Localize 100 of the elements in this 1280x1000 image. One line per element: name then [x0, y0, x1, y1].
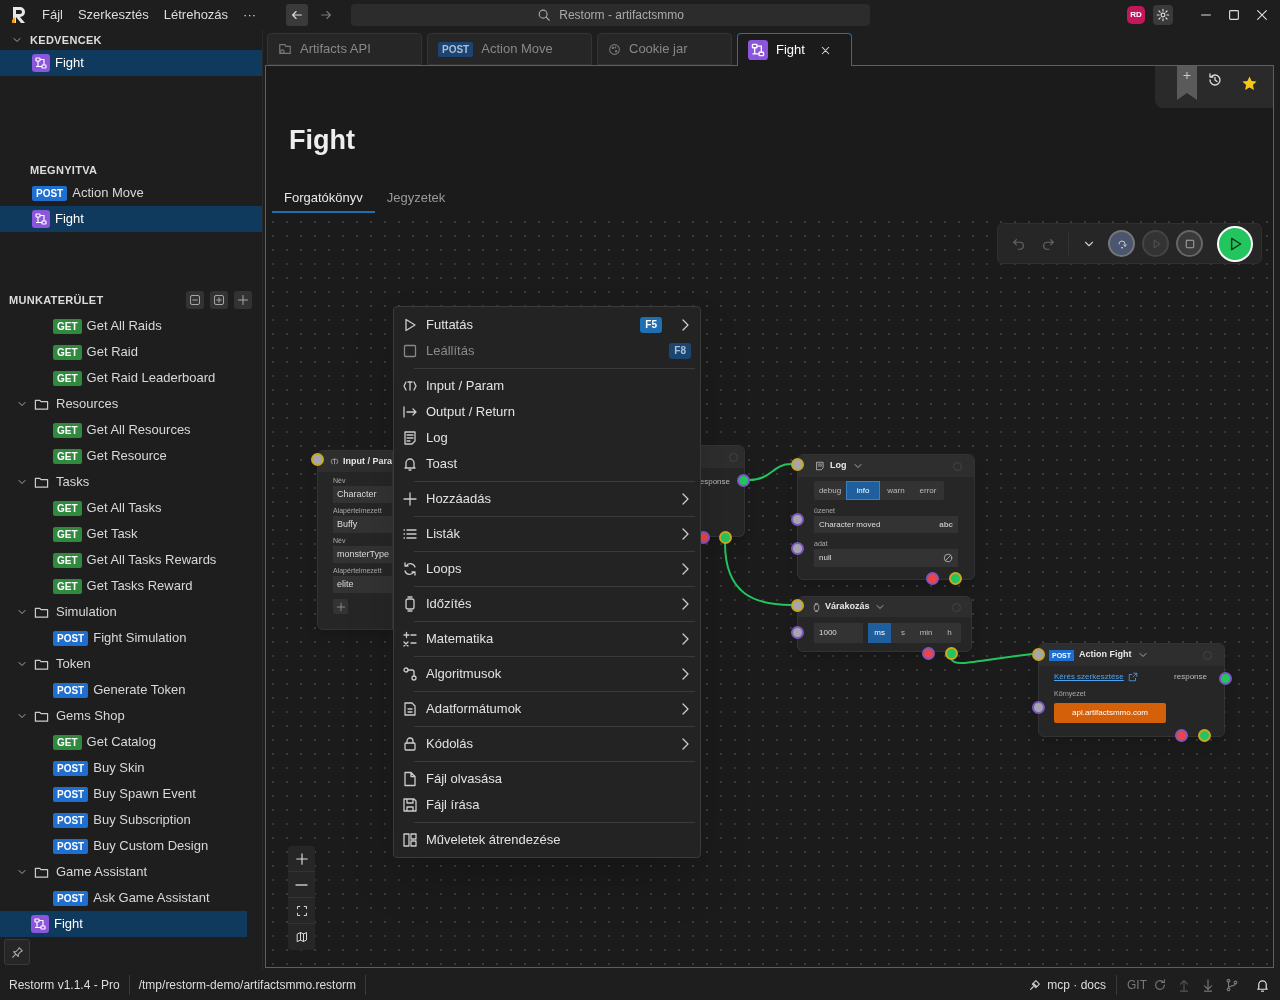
input-field[interactable]: null [814, 549, 958, 567]
folder-item[interactable]: Game Assistant [0, 859, 247, 885]
menu-item[interactable]: Log [394, 425, 700, 451]
flow-node[interactable]: esponse [701, 445, 745, 537]
sidebar-item[interactable]: GET Get All Tasks [0, 495, 247, 521]
sidebar-item[interactable]: GET Get Task [0, 521, 247, 547]
level-option[interactable]: error [912, 481, 944, 500]
mcp-docs-link[interactable]: mcp · docs [1028, 975, 1117, 995]
input-field[interactable]: 1000 [814, 623, 863, 643]
menu-item[interactable]: Listák [394, 521, 700, 547]
menu-item[interactable]: Adatformátumok [394, 696, 700, 722]
pin-button[interactable] [4, 939, 30, 965]
input-field[interactable]: Buffy [333, 516, 392, 533]
refresh-icon [1153, 978, 1167, 992]
stop-button[interactable] [1176, 230, 1203, 257]
editor-tab[interactable]: Cookie jar [597, 33, 732, 65]
sidebar-item[interactable]: POST Buy Subscription [0, 807, 247, 833]
level-option[interactable]: info [846, 481, 880, 500]
user-avatar[interactable]: RD [1127, 6, 1145, 24]
menu-item[interactable]: Matematika [394, 626, 700, 652]
connection-line [748, 463, 792, 481]
sidebar-item[interactable]: GET Get Resource [0, 443, 247, 469]
sidebar-item[interactable]: Fight [0, 50, 262, 76]
folder-item[interactable]: Token [0, 651, 247, 677]
menu-item[interactable]: Szerkesztés [77, 5, 149, 25]
menu-item[interactable]: Toast [394, 451, 700, 477]
sidebar-item[interactable]: GET Get Raid [0, 339, 247, 365]
menu-item[interactable]: Fájl olvasása [394, 766, 700, 792]
menu-item[interactable]: Futtatás F5 [394, 312, 700, 338]
sidebar-item[interactable]: POST Buy Skin [0, 755, 247, 781]
menu-item[interactable]: Output / Return [394, 399, 700, 425]
sidebar-item[interactable]: POST Buy Custom Design [0, 833, 247, 859]
sidebar-item[interactable]: Fight [0, 206, 262, 232]
sidebar-item[interactable]: GET Get Raid Leaderboard [0, 365, 247, 391]
sidebar-item[interactable]: GET Get All Resources [0, 417, 247, 443]
method-badge: POST [53, 760, 89, 776]
folder-item[interactable]: Simulation [0, 599, 247, 625]
view-tab[interactable]: Jegyzetek [374, 185, 458, 213]
search-field[interactable]: Restorm - artifactsmmo [351, 4, 871, 26]
arrow-left-icon [290, 8, 305, 22]
environment-button[interactable]: api.artifactsmmo.com [1054, 703, 1166, 723]
sidebar-item[interactable]: GET Get Tasks Reward [0, 573, 247, 599]
flow-node[interactable]: Várakozás 1000 ms s min h [797, 596, 972, 652]
bell-icon [1255, 977, 1270, 993]
input-field[interactable]: monsterType [333, 546, 392, 563]
collapse-all-button[interactable] [186, 291, 204, 309]
step-button[interactable] [1108, 230, 1135, 257]
sidebar-item[interactable]: POST Buy Spawn Event [0, 781, 247, 807]
unit-option[interactable]: min [914, 623, 938, 643]
folder-item[interactable]: Resources [0, 391, 247, 417]
method-badge: POST [53, 630, 89, 646]
menu-item[interactable]: Loops [394, 556, 700, 582]
new-folder-button[interactable] [210, 291, 228, 309]
level-option[interactable]: warn [880, 481, 912, 500]
input-field[interactable]: Character moved abc [814, 516, 958, 533]
sidebar-item[interactable]: POST Ask Game Assistant [0, 885, 247, 911]
sidebar-item[interactable]: Fight [0, 911, 247, 937]
menu-item[interactable]: Input / Param [394, 373, 700, 399]
sidebar-item[interactable]: GET Get Catalog [0, 729, 247, 755]
menu-item[interactable]: ··· [243, 5, 257, 25]
favorite-button[interactable] [1241, 75, 1258, 92]
menu-item[interactable]: Műveletek átrendezése [394, 827, 700, 853]
unit-option[interactable]: ms [868, 623, 892, 643]
view-tab[interactable]: Forgatókönyv [272, 185, 375, 213]
undo-button[interactable] [1012, 236, 1026, 251]
input-field[interactable]: elite [333, 576, 392, 593]
editor-tab[interactable]: POST Action Move [427, 33, 592, 65]
flow-icon [32, 210, 50, 228]
menu-item[interactable]: Létrehozás [163, 5, 229, 25]
sidebar-item[interactable]: POST Action Move [0, 180, 262, 206]
sidebar-item[interactable]: POST Fight Simulation [0, 625, 247, 651]
sidebar-item[interactable]: GET Get All Raids [0, 313, 247, 339]
unit-option[interactable]: h [937, 623, 961, 643]
menu-item[interactable]: Időzítés [394, 591, 700, 617]
cookie-icon [608, 42, 621, 56]
folder-item[interactable]: Tasks [0, 469, 247, 495]
sidebar-item[interactable]: GET Get All Tasks Rewards [0, 547, 247, 573]
back-button[interactable] [286, 4, 309, 26]
menu-item[interactable]: Kódolás [394, 731, 700, 757]
method-badge: POST [53, 812, 89, 828]
run-button[interactable] [1217, 225, 1253, 262]
settings-button[interactable] [1153, 5, 1173, 25]
output-label: response [1174, 671, 1207, 683]
level-option[interactable]: debug [814, 481, 846, 500]
input-field[interactable]: Character [333, 486, 392, 503]
folder-item[interactable]: Gems Shop [0, 703, 247, 729]
menu-item[interactable]: Algoritmusok [394, 661, 700, 687]
history-button[interactable] [1207, 72, 1223, 88]
menu-item[interactable]: Hozzáadás [394, 486, 700, 512]
editor-tab[interactable]: Artifacts API [267, 33, 422, 65]
redo-button[interactable] [1041, 236, 1055, 251]
node-title: Action Fight [1079, 648, 1132, 662]
menu-item[interactable]: Fájl írása [394, 792, 700, 818]
sidebar-item[interactable]: POST Generate Token [0, 677, 247, 703]
menu-item[interactable]: Fájl [42, 5, 63, 25]
unit-option[interactable]: s [891, 623, 915, 643]
editor-tab[interactable]: Fight [737, 33, 852, 66]
edit-request-link[interactable]: Kérés szerkesztése [1054, 671, 1124, 683]
add-button[interactable] [234, 291, 252, 309]
bookmark-button[interactable] [1177, 66, 1197, 100]
